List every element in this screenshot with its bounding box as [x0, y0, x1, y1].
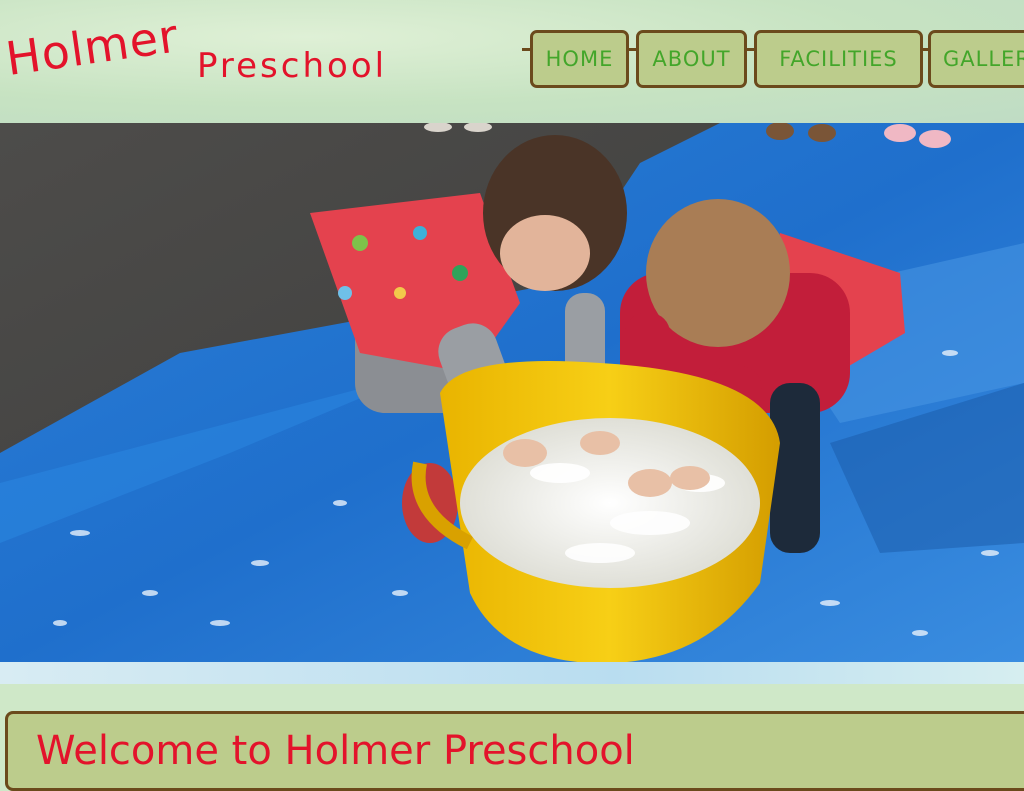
nav-facilities[interactable]: FACILITIES [754, 30, 923, 88]
hero-photo [0, 123, 1024, 662]
nav-home[interactable]: HOME [530, 30, 629, 88]
logo-sub-text: Preschool [197, 46, 388, 86]
hero-bottom-strip [0, 662, 1024, 684]
nav-about[interactable]: ABOUT [636, 30, 747, 88]
logo-main-text: Holmer [2, 8, 182, 87]
hero-photo-illustration [0, 123, 1024, 662]
site-logo[interactable]: Holmer Preschool [2, 8, 430, 98]
main-nav: HOME ABOUT FACILITIES GALLER [522, 30, 1024, 92]
welcome-panel: Welcome to Holmer Preschool [5, 711, 1024, 791]
site-header: Holmer Preschool HOME ABOUT FACILITIES G… [0, 0, 1024, 123]
welcome-title: Welcome to Holmer Preschool [36, 728, 635, 774]
nav-gallery[interactable]: GALLER [928, 30, 1024, 88]
